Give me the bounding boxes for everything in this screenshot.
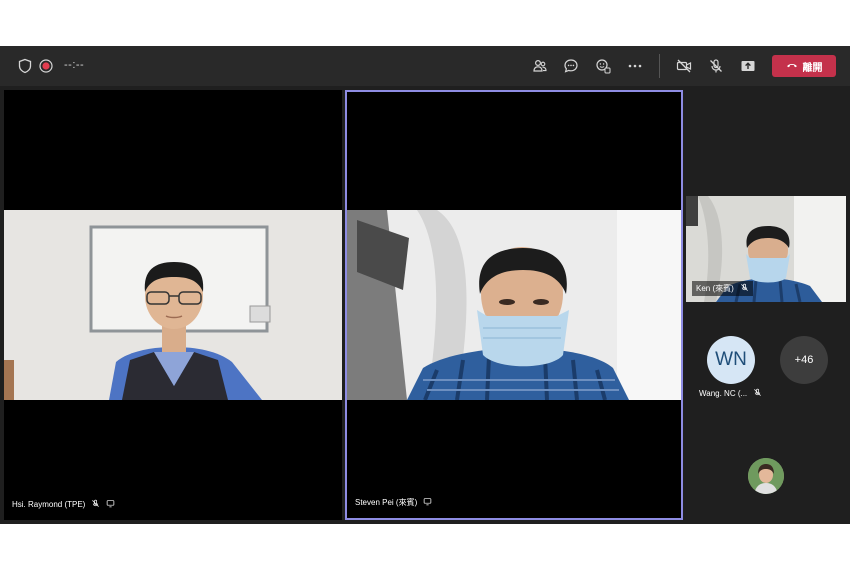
- participant-video: [347, 210, 681, 401]
- more-options-icon[interactable]: [627, 58, 643, 74]
- chat-icon[interactable]: [563, 58, 579, 74]
- participant-name: Ken (來賓): [696, 284, 734, 293]
- participant-tile-ken[interactable]: Ken (來賓): [686, 196, 846, 302]
- participant-tile-raymond[interactable]: Hsi. Raymond (TPE): [4, 90, 342, 520]
- participant-name-label: Ken (來賓): [692, 281, 753, 296]
- participant-name: Wang. NC (...: [699, 389, 748, 398]
- more-participants-count: +46: [794, 354, 814, 366]
- mic-off-icon: [740, 283, 749, 294]
- screen-share-icon: [106, 499, 115, 510]
- hang-up-icon: [786, 59, 798, 74]
- reactions-icon[interactable]: [595, 58, 611, 74]
- toolbar-divider: [659, 54, 660, 78]
- mic-off-icon: [753, 388, 762, 399]
- camera-off-icon[interactable]: [676, 58, 692, 74]
- participant-name-label: Wang. NC (...: [699, 388, 762, 399]
- leave-button[interactable]: 離開: [772, 55, 836, 77]
- meeting-toolbar: --:-- 離開: [0, 46, 850, 86]
- participant-name-label: Hsi. Raymond (TPE): [12, 499, 115, 510]
- participant-name-label: Steven Pei (來賓): [355, 497, 432, 508]
- shield-icon[interactable]: [17, 58, 33, 74]
- video-frame-raymond: [4, 210, 342, 400]
- self-view: [686, 430, 846, 520]
- mic-off-icon[interactable]: [708, 58, 724, 74]
- participant-tile-steven[interactable]: Steven Pei (來賓): [345, 90, 683, 520]
- people-icon[interactable]: [532, 58, 548, 74]
- participant-name: Steven Pei (來賓): [355, 498, 418, 507]
- leave-label: 離開: [802, 62, 823, 74]
- side-participants-panel: Ken (來賓) WN Wang. NC (... +46: [686, 90, 850, 520]
- screen-share-icon: [423, 497, 432, 508]
- self-avatar-photo: [748, 458, 784, 494]
- meeting-timer: --:--: [64, 59, 85, 71]
- participant-avatar-wn[interactable]: WN: [707, 336, 755, 384]
- mic-off-icon: [91, 499, 100, 510]
- share-screen-icon[interactable]: [740, 58, 756, 74]
- avatar-initials: WN: [715, 349, 747, 370]
- more-participants-button[interactable]: +46: [780, 336, 828, 384]
- self-avatar[interactable]: [748, 458, 784, 494]
- record-icon[interactable]: [38, 58, 54, 74]
- participant-name: Hsi. Raymond (TPE): [12, 500, 86, 509]
- meeting-window: --:-- 離開 Hsi. Raymond (TPE) Steven Pei (…: [0, 46, 850, 524]
- participant-video: [4, 210, 342, 400]
- video-frame-steven: [347, 210, 681, 401]
